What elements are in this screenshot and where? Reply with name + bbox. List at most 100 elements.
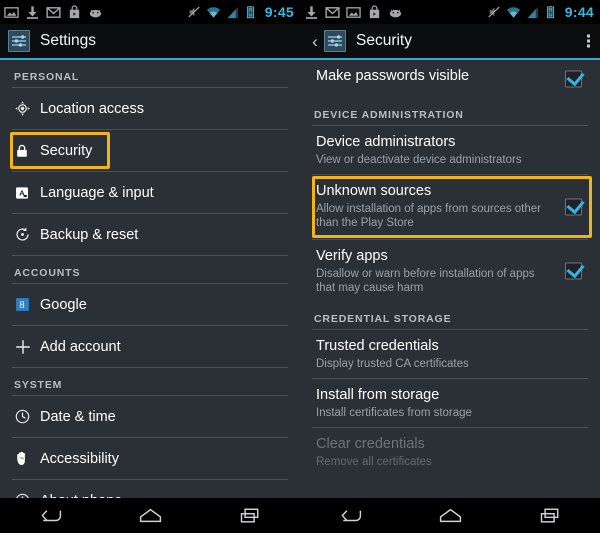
back-icon[interactable] (330, 503, 370, 529)
play-store-icon (67, 4, 82, 20)
checkbox-verify-apps[interactable] (565, 262, 582, 280)
recents-icon[interactable] (530, 503, 570, 529)
left-nav-group (0, 498, 300, 533)
row-subtitle: Install certificates from storage (316, 407, 472, 419)
language-a-icon: A (14, 185, 40, 201)
section-header-device-administration: DEVICE ADMINISTRATION (314, 109, 464, 121)
left-pane-settings: 9:45 Settings PERSONAL Location access S… (0, 0, 300, 498)
section-header-system: SYSTEM (14, 379, 63, 391)
sidebar-item-label: Language & input (40, 184, 154, 201)
settings-list[interactable]: PERSONAL Location access Security A Lang… (0, 60, 300, 498)
play-store-icon (367, 4, 382, 20)
sidebar-item-security[interactable]: Security (0, 130, 300, 171)
settings-sliders-icon (8, 30, 30, 52)
battery-icon (244, 5, 259, 20)
row-title: Unknown sources (316, 183, 432, 199)
download-icon (25, 5, 40, 20)
left-status-time: 9:45 (264, 4, 294, 20)
hand-icon (14, 450, 40, 467)
right-status-system-icons: 9:44 (487, 0, 594, 24)
sidebar-item-label: Security (40, 142, 93, 159)
sidebar-item-label: Accessibility (40, 450, 119, 467)
row-title: Make passwords visible (316, 68, 470, 84)
signal-icon (525, 5, 540, 20)
row-subtitle: Disallow or warn before installation of … (316, 268, 535, 294)
settings-sliders-icon[interactable] (324, 30, 346, 52)
signal-icon (225, 5, 240, 20)
plus-icon (14, 338, 40, 356)
section-header-accounts: ACCOUNTS (14, 267, 81, 279)
home-icon[interactable] (430, 503, 470, 529)
info-icon (14, 492, 40, 498)
row-title: Device administrators (316, 134, 456, 150)
sidebar-item-language-input[interactable]: A Language & input (0, 172, 300, 213)
android-cloud-icon (388, 5, 403, 20)
right-action-bar: ‹ Security (300, 24, 600, 60)
svg-text:8: 8 (19, 300, 24, 311)
checkbox-make-passwords-visible[interactable] (565, 70, 582, 88)
sidebar-item-label: Date & time (40, 408, 116, 425)
setting-row-device-administrators[interactable]: Device administrators View or deactivate… (300, 126, 600, 174)
left-action-bar: Settings (0, 24, 300, 60)
sidebar-item-label: About phone (40, 493, 122, 499)
image-icon (4, 5, 19, 20)
android-cloud-icon (88, 5, 103, 20)
setting-row-unknown-sources[interactable]: Unknown sources Allow installation of ap… (300, 175, 600, 239)
right-pane-security: 9:44 ‹ Security Make passwords visible D… (300, 0, 600, 498)
sidebar-item-label: Add account (40, 338, 121, 355)
wifi-icon (206, 5, 221, 20)
wifi-icon (506, 5, 521, 20)
left-status-bar: 9:45 (0, 0, 300, 24)
location-crosshair-icon (14, 100, 40, 117)
battery-icon (544, 5, 559, 20)
download-icon (304, 5, 319, 20)
navigation-bar (0, 498, 600, 533)
clock-icon (14, 408, 40, 425)
sidebar-item-google[interactable]: 8 Google (0, 284, 300, 325)
row-title: Install from storage (316, 387, 440, 403)
row-title: Clear credentials (316, 436, 425, 452)
sidebar-item-about-phone[interactable]: About phone (0, 480, 300, 498)
left-status-notification-icons (4, 4, 103, 20)
sidebar-item-backup-reset[interactable]: Backup & reset (0, 214, 300, 255)
right-nav-group (300, 498, 600, 533)
back-icon[interactable] (30, 503, 70, 529)
sidebar-item-label: Backup & reset (40, 226, 139, 243)
recents-icon[interactable] (230, 503, 270, 529)
image-icon (346, 5, 361, 20)
row-subtitle: Remove all certificates (316, 456, 432, 468)
setting-row-verify-apps[interactable]: Verify apps Disallow or warn before inst… (300, 240, 600, 302)
panes-container: 9:45 Settings PERSONAL Location access S… (0, 0, 600, 498)
row-title: Trusted credentials (316, 338, 439, 354)
setting-row-trusted-credentials[interactable]: Trusted credentials Display trusted CA c… (300, 330, 600, 378)
row-subtitle: View or deactivate device administrators (316, 154, 522, 166)
setting-row-install-from-storage[interactable]: Install from storage Install certificate… (300, 379, 600, 427)
security-list[interactable]: Make passwords visible DEVICE ADMINISTRA… (300, 60, 600, 498)
sidebar-item-location-access[interactable]: Location access (0, 88, 300, 129)
home-icon[interactable] (130, 503, 170, 529)
sidebar-item-add-account[interactable]: Add account (0, 326, 300, 367)
device-screenshot: 9:45 Settings PERSONAL Location access S… (0, 0, 600, 533)
mute-icon (187, 5, 202, 20)
back-chevron-icon[interactable]: ‹ (308, 33, 322, 50)
sidebar-item-accessibility[interactable]: Accessibility (0, 438, 300, 479)
sidebar-item-date-time[interactable]: Date & time (0, 396, 300, 437)
lock-icon (14, 143, 40, 159)
right-status-time: 9:44 (564, 4, 594, 20)
checkbox-unknown-sources[interactable] (565, 198, 582, 216)
setting-row-make-passwords-visible[interactable]: Make passwords visible (300, 60, 600, 98)
overflow-menu-icon[interactable] (587, 34, 590, 48)
gmail-icon (325, 5, 340, 20)
right-status-notification-icons (304, 4, 403, 20)
right-action-bar-title: Security (356, 32, 412, 49)
mute-icon (487, 5, 502, 20)
backup-restore-icon (14, 226, 40, 243)
row-title: Verify apps (316, 248, 388, 264)
left-status-system-icons: 9:45 (187, 0, 294, 24)
sidebar-item-label: Location access (40, 100, 144, 117)
section-header-credential-storage: CREDENTIAL STORAGE (314, 313, 452, 325)
sidebar-item-label: Google (40, 296, 87, 313)
left-action-bar-title: Settings (40, 32, 97, 49)
section-header-personal: PERSONAL (14, 71, 80, 83)
google-icon: 8 (14, 296, 40, 313)
